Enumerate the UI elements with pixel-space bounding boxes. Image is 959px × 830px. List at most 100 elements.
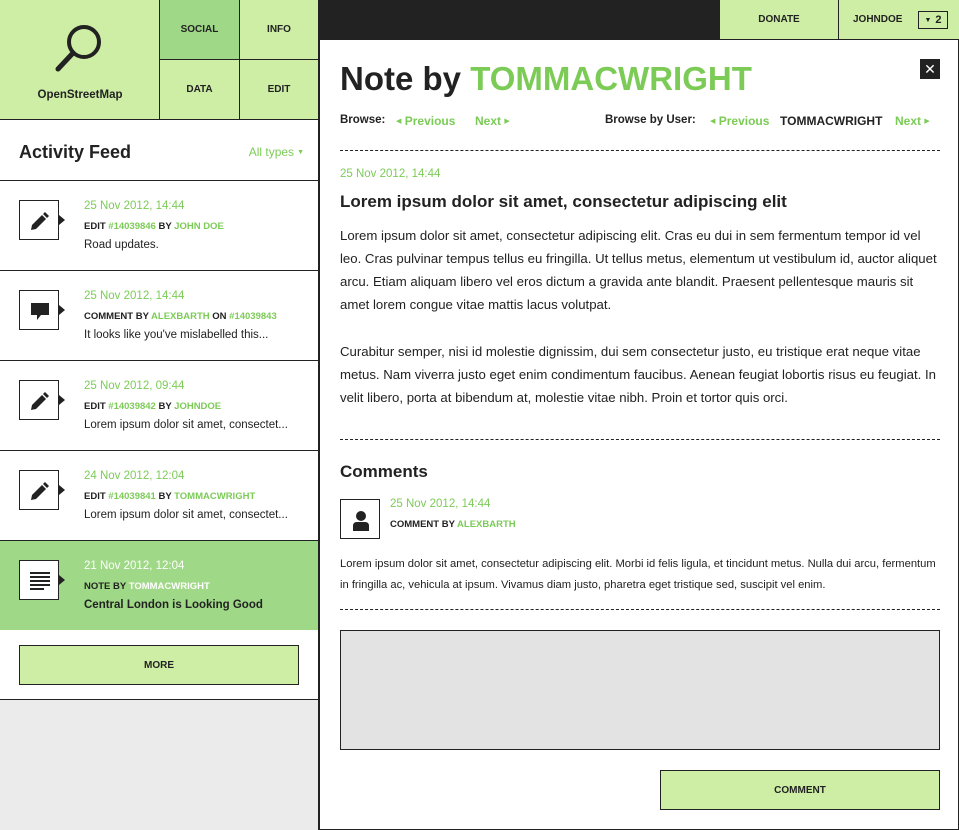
feed-action: EDIT <box>84 491 106 502</box>
comment-icon <box>19 290 65 330</box>
comment-user-link[interactable]: ALEXBARTH <box>457 519 516 530</box>
nav-data[interactable]: DATA <box>160 60 240 120</box>
nav-info[interactable]: INFO <box>240 0 319 60</box>
divider <box>340 150 940 151</box>
note-panel: Note by TOMMACWRIGHT ✕ Browse: ◀ Previou… <box>319 40 959 830</box>
user-menu[interactable]: JOHNDOE ▼ 2 <box>838 0 959 40</box>
feed-item-description: Road updates. <box>84 239 159 251</box>
comment-text: Lorem ipsum dolor sit amet, consectetur … <box>340 558 936 591</box>
feed-by: BY <box>158 221 172 232</box>
sidebar: OpenStreetMap SOCIAL INFO DATA EDIT Acti… <box>0 0 319 830</box>
notification-count-dropdown[interactable]: ▼ 2 <box>918 11 948 29</box>
more-button[interactable]: MORE <box>19 645 299 685</box>
feed-item-summary: EDIT #14039846 BY JOHN DOE <box>84 221 224 232</box>
activity-feed-header: Activity Feed All types ▼ <box>0 120 318 181</box>
feed-item-description: Central London is Looking Good <box>84 599 263 611</box>
nav-edit[interactable]: EDIT <box>240 60 319 120</box>
comment-action: COMMENT BY <box>390 519 455 530</box>
feed-item-time: 21 Nov 2012, 12:04 <box>84 560 185 572</box>
feed-item-description: Lorem ipsum dolor sit amet, consectet... <box>84 509 288 521</box>
feed-item[interactable]: 25 Nov 2012, 14:44 EDIT #14039846 BY JOH… <box>0 181 318 271</box>
avatar <box>340 499 380 539</box>
changeset-link[interactable]: #14039846 <box>108 221 156 232</box>
note-paragraph: Curabitur semper, nisi id molestie digni… <box>340 344 936 405</box>
feed-action: COMMENT BY <box>84 311 149 322</box>
changeset-link[interactable]: #14039841 <box>108 491 156 502</box>
note-time: 25 Nov 2012, 14:44 <box>340 168 441 180</box>
user-link[interactable]: ALEXBARTH <box>151 311 210 322</box>
feed-item-selected[interactable]: 21 Nov 2012, 12:04 NOTE BY TOMMACWRIGHT … <box>0 541 318 631</box>
arrow-left-icon: ◀ <box>396 118 402 125</box>
comment-time: 25 Nov 2012, 14:44 <box>390 498 491 510</box>
feed-on: ON <box>212 311 227 322</box>
feed-item-summary: EDIT #14039841 BY TOMMACWRIGHT <box>84 491 255 502</box>
search-icon <box>55 25 101 72</box>
caret-down-icon: ▼ <box>924 16 932 24</box>
feed-item[interactable]: 25 Nov 2012, 09:44 EDIT #14039842 BY JOH… <box>0 361 318 451</box>
previous-label: Previous <box>718 114 770 128</box>
feed-item[interactable]: 24 Nov 2012, 12:04 EDIT #14039841 BY TOM… <box>0 451 318 541</box>
close-button[interactable]: ✕ <box>920 59 940 79</box>
feed-item-time: 25 Nov 2012, 14:44 <box>84 200 185 212</box>
feed-item-summary: EDIT #14039842 BY JOHNDOE <box>84 401 221 412</box>
feed-item-time: 25 Nov 2012, 14:44 <box>84 290 185 302</box>
feed-item-time: 25 Nov 2012, 09:44 <box>84 380 185 392</box>
feed-item-time: 24 Nov 2012, 12:04 <box>84 470 185 482</box>
more-area: MORE <box>0 630 318 700</box>
next-label: Next <box>475 114 502 128</box>
divider <box>340 439 940 440</box>
feed-item-summary: NOTE BY TOMMACWRIGHT <box>84 581 210 592</box>
logo-text: OpenStreetMap <box>37 89 123 101</box>
browse-by-user-label: Browse by User: <box>605 114 696 126</box>
feed-item-description: It looks like you've mislabelled this... <box>84 329 269 341</box>
title-prefix: Note by <box>340 60 462 97</box>
browse-user-previous-link[interactable]: ◀ Previous <box>710 114 769 128</box>
browse-previous-link[interactable]: ◀ Previous <box>396 114 455 128</box>
note-heading: Lorem ipsum dolor sit amet, consectetur … <box>340 192 787 211</box>
browse-user-next-link[interactable]: Next ▶ <box>895 114 930 128</box>
comment-input[interactable] <box>340 630 940 750</box>
feed-item-description: Lorem ipsum dolor sit amet, consectet... <box>84 419 288 431</box>
feed-item-summary: COMMENT BY ALEXBARTH ON #14039843 <box>84 311 277 322</box>
user-link[interactable]: TOMMACWRIGHT <box>129 581 210 592</box>
feed-type-filter[interactable]: All types ▼ <box>249 145 304 159</box>
arrow-left-icon: ◀ <box>710 118 716 125</box>
note-paragraph: Lorem ipsum dolor sit amet, consectetur … <box>340 228 937 312</box>
feed-action: NOTE BY <box>84 581 127 592</box>
feed-filter-label: All types <box>248 145 295 159</box>
feed-by: BY <box>158 401 172 412</box>
top-bar: DONATE JOHNDOE ▼ 2 <box>319 0 959 40</box>
feed-by: BY <box>158 491 172 502</box>
comment-author-line: COMMENT BY ALEXBARTH <box>390 519 516 530</box>
nav-social[interactable]: SOCIAL <box>160 0 240 60</box>
donate-button[interactable]: DONATE <box>719 0 838 40</box>
note-link[interactable]: #14039843 <box>229 311 277 322</box>
note-icon <box>19 560 65 600</box>
browse-next-link[interactable]: Next ▶ <box>475 114 510 128</box>
pencil-icon <box>19 200 65 240</box>
previous-label: Previous <box>404 114 456 128</box>
notification-count: 2 <box>935 14 942 26</box>
user-link[interactable]: JOHN DOE <box>174 221 224 232</box>
pencil-icon <box>19 380 65 420</box>
caret-down-icon: ▼ <box>297 149 304 156</box>
feed-item[interactable]: 25 Nov 2012, 14:44 COMMENT BY ALEXBARTH … <box>0 271 318 361</box>
browse-label: Browse: <box>340 114 386 126</box>
page-title: Note by TOMMACWRIGHT <box>340 60 752 98</box>
arrow-right-icon: ▶ <box>504 118 510 125</box>
arrow-right-icon: ▶ <box>924 118 930 125</box>
user-link[interactable]: TOMMACWRIGHT <box>174 491 255 502</box>
browse-user-name: TOMMACWRIGHT <box>780 114 883 128</box>
username: JOHNDOE <box>853 14 903 25</box>
user-link[interactable]: JOHNDOE <box>174 401 221 412</box>
pencil-icon <box>19 470 65 510</box>
logo[interactable]: OpenStreetMap <box>0 0 160 120</box>
close-icon: ✕ <box>924 60 936 77</box>
user-icon <box>353 511 369 531</box>
activity-feed-title: Activity Feed <box>19 142 132 162</box>
divider <box>340 609 940 610</box>
title-user-link[interactable]: TOMMACWRIGHT <box>470 60 752 97</box>
feed-action: EDIT <box>84 221 106 232</box>
changeset-link[interactable]: #14039842 <box>108 401 156 412</box>
comment-submit-button[interactable]: COMMENT <box>660 770 940 810</box>
